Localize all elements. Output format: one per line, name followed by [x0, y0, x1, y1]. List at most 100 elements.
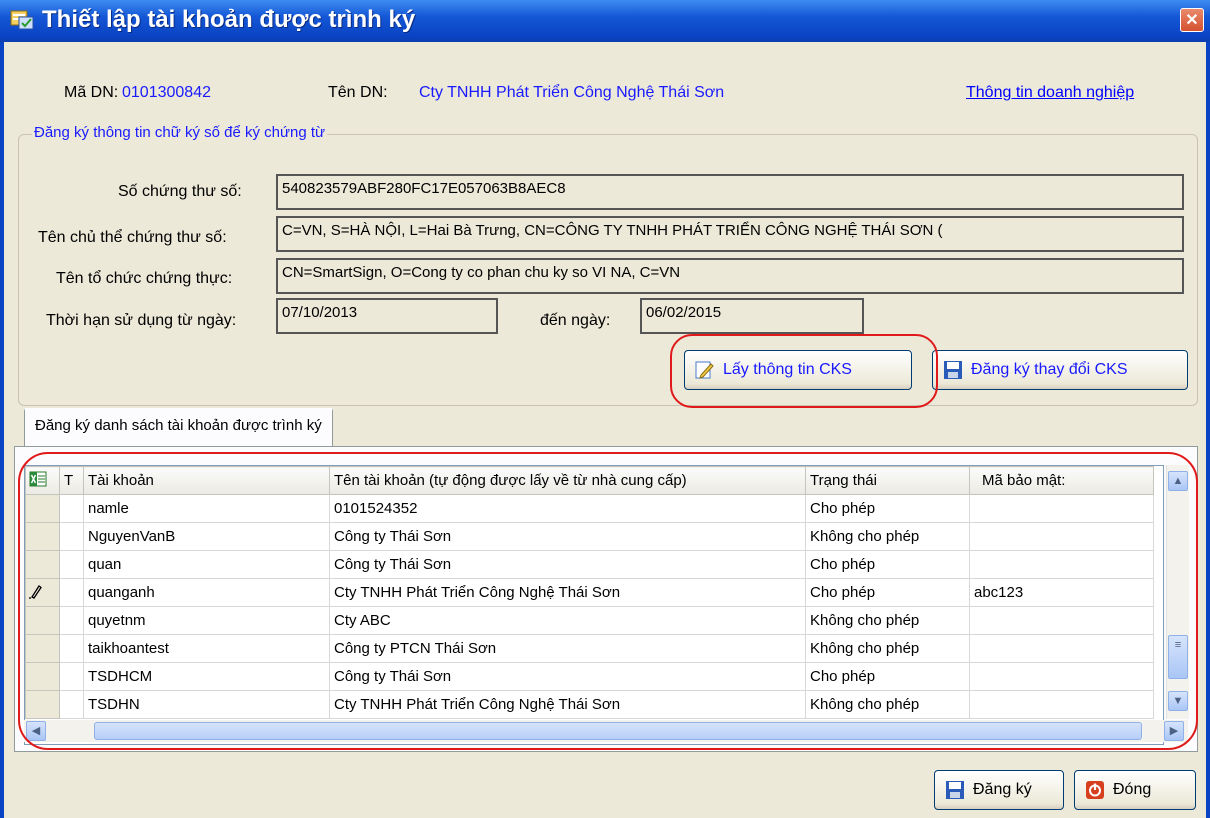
cell-account-name[interactable]: Công ty Thái Sơn [329, 550, 806, 579]
grid-horizontal-scrollbar[interactable]: ◀ ▶ [24, 720, 1188, 742]
company-name-label: Tên DN: [328, 84, 388, 101]
register-button[interactable]: Đăng ký [934, 770, 1064, 810]
valid-from-label: Thời hạn sử dụng từ ngày: [46, 312, 237, 329]
cell-account[interactable]: NguyenVanB [83, 522, 330, 551]
close-button[interactable]: Đóng [1074, 770, 1196, 810]
grid-vertical-scrollbar[interactable]: ▲ ≡ ▼ [1166, 465, 1189, 719]
table-row[interactable]: quanganh Cty TNHH Phát Triển Công Nghệ T… [25, 578, 1154, 607]
cell-account[interactable]: TSDHCM [83, 662, 330, 691]
horizontal-scroll-thumb[interactable] [94, 722, 1142, 740]
pencil-icon [29, 584, 42, 599]
table-row[interactable]: NguyenVanB Công ty Thái Sơn Không cho ph… [25, 522, 1154, 551]
row-header-editing[interactable] [25, 578, 60, 607]
row-header[interactable] [25, 690, 60, 719]
cell-security-code[interactable]: abc123 [969, 578, 1154, 607]
table-row[interactable]: TSDHCM Công ty Thái Sơn Cho phép [25, 662, 1154, 691]
valid-to-field[interactable]: 06/02/2015 [640, 298, 864, 334]
cell-t[interactable] [59, 606, 84, 635]
grid-col-status[interactable]: Trạng thái [805, 466, 970, 495]
cell-security-code[interactable] [969, 662, 1154, 691]
close-icon[interactable]: ✕ [1180, 8, 1204, 32]
cell-security-code[interactable] [969, 606, 1154, 635]
grid-col-account-name[interactable]: Tên tài khoản (tự động được lấy về từ nh… [329, 466, 806, 495]
cell-status[interactable]: Cho phép [805, 662, 970, 691]
cell-security-code[interactable] [969, 494, 1154, 523]
cell-status[interactable]: Không cho phép [805, 690, 970, 719]
table-row[interactable]: quyetnm Cty ABC Không cho phép [25, 606, 1154, 635]
cell-status[interactable]: Không cho phép [805, 522, 970, 551]
cell-account[interactable]: quyetnm [83, 606, 330, 635]
cert-serial-field[interactable]: 540823579ABF280FC17E057063B8AEC8 [276, 174, 1184, 210]
cell-account-name[interactable]: Cty TNHH Phát Triển Công Nghệ Thái Sơn [329, 578, 806, 607]
scroll-down-icon[interactable]: ▼ [1168, 691, 1188, 711]
cell-account-name[interactable]: Cty TNHH Phát Triển Công Nghệ Thái Sơn [329, 690, 806, 719]
cell-account[interactable]: quan [83, 550, 330, 579]
cell-t[interactable] [59, 662, 84, 691]
row-header[interactable] [25, 550, 60, 579]
cell-account[interactable]: namle [83, 494, 330, 523]
title-bar[interactable]: Thiết lập tài khoản được trình ký ✕ [0, 0, 1210, 42]
register-change-cert-button[interactable]: Đăng ký thay đổi CKS [932, 350, 1188, 390]
cell-t[interactable] [59, 690, 84, 719]
cell-account[interactable]: quanganh [83, 578, 330, 607]
scroll-left-icon[interactable]: ◀ [26, 721, 46, 741]
cell-account-name[interactable]: Công ty Thái Sơn [329, 522, 806, 551]
row-header[interactable] [25, 522, 60, 551]
cert-subject-field[interactable]: C=VN, S=HÀ NỘI, L=Hai Bà Trưng, CN=CÔNG … [276, 216, 1184, 252]
close-button-label: Đóng [1113, 781, 1152, 798]
excel-icon [29, 471, 47, 486]
register-change-cert-label: Đăng ký thay đổi CKS [971, 361, 1128, 378]
save-icon [944, 361, 962, 379]
cell-status[interactable]: Cho phép [805, 578, 970, 607]
cell-status[interactable]: Không cho phép [805, 606, 970, 635]
grid-col-security-code[interactable]: Mã bảo mật: [969, 466, 1154, 495]
cell-t[interactable] [59, 634, 84, 663]
cell-account-name[interactable]: 0101524352 [329, 494, 806, 523]
account-grid[interactable]: T Tài khoản Tên tài khoản (tự động được … [24, 465, 1164, 745]
company-code-value: 0101300842 [122, 84, 211, 101]
table-row[interactable]: quan Công ty Thái Sơn Cho phép [25, 550, 1154, 579]
company-name-value: Cty TNHH Phát Triển Công Nghệ Thái Sơn [419, 84, 725, 101]
grid-col-t[interactable]: T [59, 466, 84, 495]
grid-excel-icon-header[interactable] [25, 466, 60, 495]
cell-security-code[interactable] [969, 550, 1154, 579]
row-header[interactable] [25, 606, 60, 635]
cell-t[interactable] [59, 522, 84, 551]
app-icon [10, 10, 34, 30]
cell-security-code[interactable] [969, 690, 1154, 719]
grid-col-account[interactable]: Tài khoản [83, 466, 330, 495]
cell-t[interactable] [59, 494, 84, 523]
row-header[interactable] [25, 662, 60, 691]
company-info-link[interactable]: Thông tin doanh nghiệp [966, 84, 1134, 102]
cell-status[interactable]: Cho phép [805, 550, 970, 579]
cert-issuer-label: Tên tổ chức chứng thực: [56, 270, 233, 287]
edit-note-icon [695, 361, 714, 379]
row-header[interactable] [25, 634, 60, 663]
row-header[interactable] [25, 494, 60, 523]
valid-from-field[interactable]: 07/10/2013 [276, 298, 498, 334]
cell-security-code[interactable] [969, 634, 1154, 663]
get-cert-info-button[interactable]: Lấy thông tin CKS [684, 350, 912, 390]
cell-security-code[interactable] [969, 522, 1154, 551]
cell-account-name[interactable]: Công ty PTCN Thái Sơn [329, 634, 806, 663]
power-off-icon [1086, 781, 1104, 799]
cell-account-name[interactable]: Công ty Thái Sơn [329, 662, 806, 691]
cert-issuer-field[interactable]: CN=SmartSign, O=Cong ty co phan chu ky s… [276, 258, 1184, 294]
cell-account-name[interactable]: Cty ABC [329, 606, 806, 635]
scroll-up-icon[interactable]: ▲ [1168, 471, 1188, 491]
get-cert-info-label: Lấy thông tin CKS [723, 361, 852, 378]
cell-t[interactable] [59, 550, 84, 579]
table-row[interactable]: namle 0101524352 Cho phép [25, 494, 1154, 523]
dialog-window: Thiết lập tài khoản được trình ký ✕ Mã D… [0, 0, 1210, 818]
table-row[interactable]: TSDHN Cty TNHH Phát Triển Công Nghệ Thái… [25, 690, 1154, 719]
cell-account[interactable]: TSDHN [83, 690, 330, 719]
scroll-right-icon[interactable]: ▶ [1164, 721, 1184, 741]
table-row[interactable]: taikhoantest Công ty PTCN Thái Sơn Không… [25, 634, 1154, 663]
cert-serial-label: Số chứng thư số: [118, 183, 242, 200]
cell-status[interactable]: Cho phép [805, 494, 970, 523]
cell-status[interactable]: Không cho phép [805, 634, 970, 663]
cell-account[interactable]: taikhoantest [83, 634, 330, 663]
cell-t[interactable] [59, 578, 84, 607]
vertical-scroll-thumb[interactable]: ≡ [1168, 635, 1188, 679]
tab-account-list[interactable]: Đăng ký danh sách tài khoản được trình k… [24, 408, 333, 446]
